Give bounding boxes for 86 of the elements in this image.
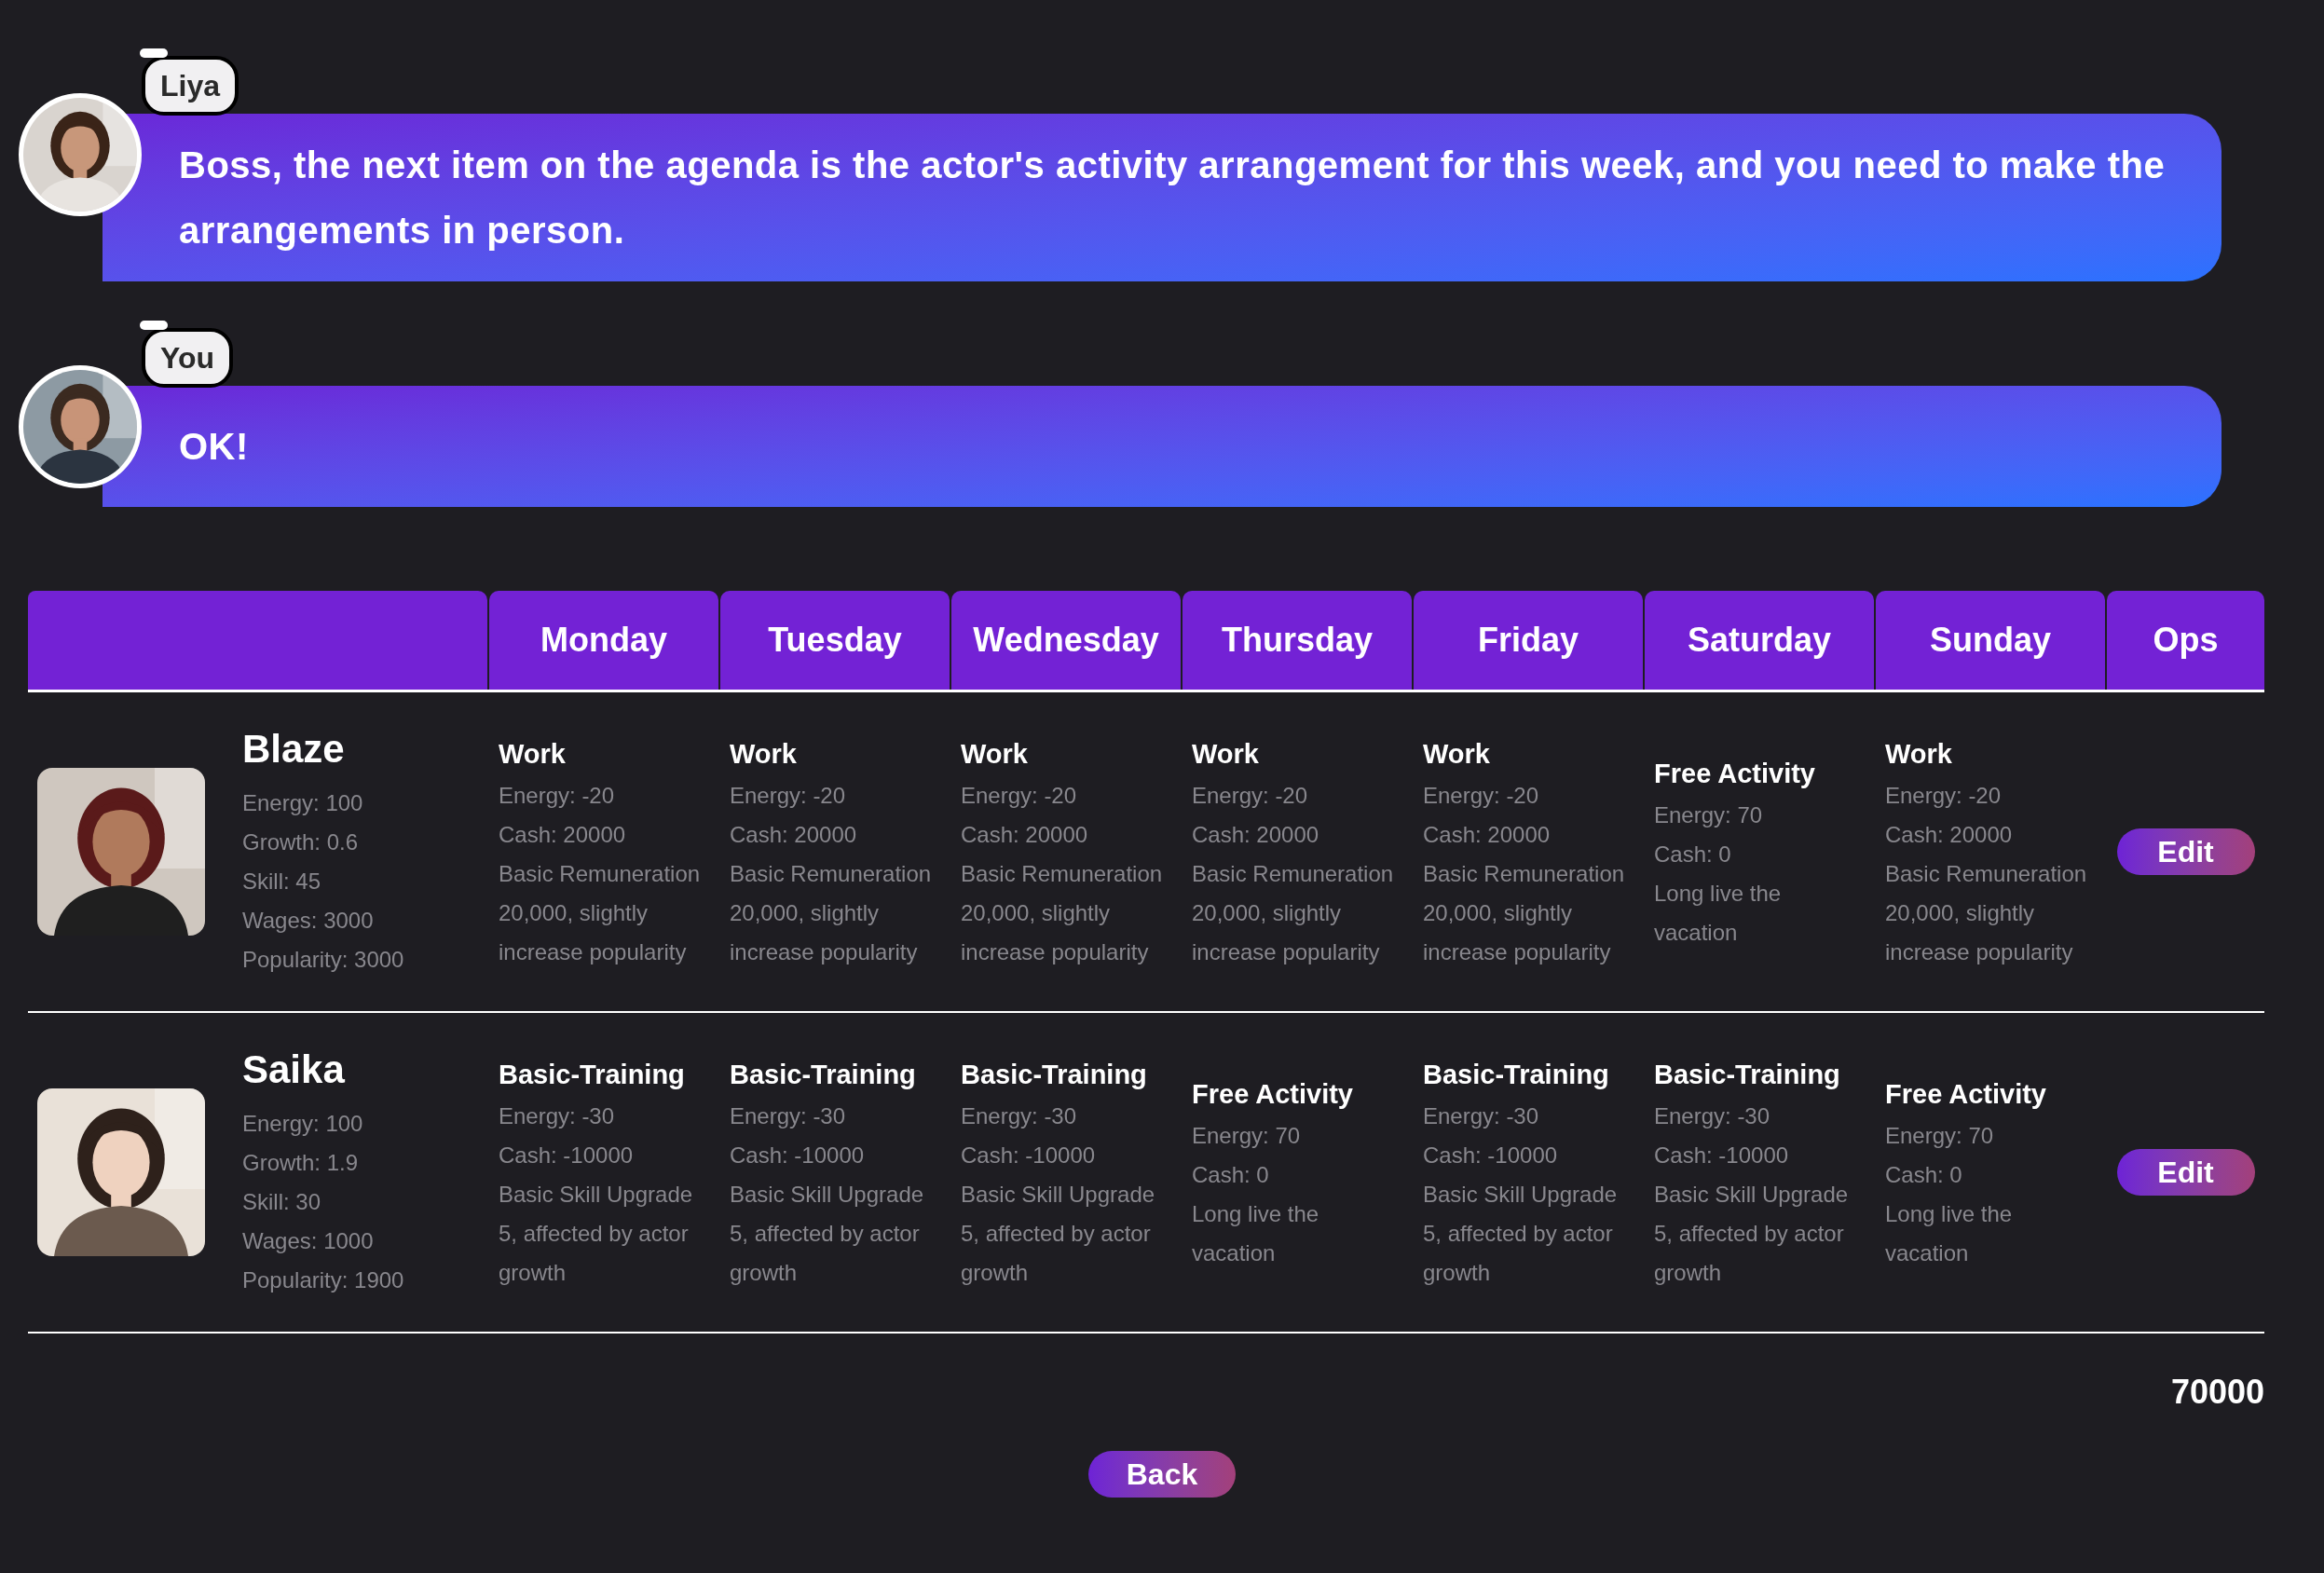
activity-detail: Basic Skill Upgrade 5, affected by actor growth (1654, 1181, 1850, 1287)
activity-detail: Cash: 20000 (730, 821, 858, 849)
actor-stat: Skill: 45 (242, 868, 322, 896)
message-text: OK! (179, 425, 249, 469)
activity-detail: Basic Remuneration 20,000, slightly increase popularity (961, 860, 1164, 966)
activity-detail: Energy: -20 (1423, 782, 1540, 810)
activity-detail: Basic Remuneration 20,000, slightly increase popularity (1423, 860, 1626, 966)
activity-detail: Energy: 70 (1885, 1122, 1995, 1150)
activity-detail: Energy: -30 (961, 1102, 1078, 1130)
activity-detail: Basic Skill Upgrade 5, affected by actor growth (1423, 1181, 1619, 1287)
activity-detail: Basic Skill Upgrade 5, affected by actor growth (961, 1181, 1156, 1287)
activity-title: Work (1192, 738, 1260, 771)
activity-detail: Cash: 20000 (961, 821, 1089, 849)
activity-detail: Cash: -10000 (1654, 1142, 1790, 1169)
column-header: Friday (1414, 591, 1643, 690)
tag-dash (140, 321, 168, 330)
edit-button[interactable]: Edit (2116, 828, 2255, 875)
activity-detail: Cash: -10000 (961, 1142, 1097, 1169)
activity-detail: Energy: 70 (1654, 801, 1764, 829)
activity-detail: Energy: -30 (499, 1102, 616, 1130)
activity-title: Basic-Training (1654, 1059, 1841, 1091)
speaker-name-tag: You (142, 328, 234, 388)
activity-detail: Cash: -10000 (499, 1142, 635, 1169)
activity-detail: Basic Skill Upgrade 5, affected by actor growth (499, 1181, 694, 1287)
activity-detail: Energy: -20 (1192, 782, 1309, 810)
column-header: Sunday (1876, 591, 2105, 690)
activity-detail: Energy: 70 (1192, 1122, 1302, 1150)
activity-detail: Cash: 20000 (1423, 821, 1552, 849)
activity-title: Basic-Training (499, 1059, 686, 1091)
column-header: Thursday (1183, 591, 1412, 690)
activity-title: Work (499, 738, 567, 771)
activity-title: Work (1423, 738, 1491, 771)
activity-detail: Basic Remuneration 20,000, slightly increase popularity (1885, 860, 2088, 966)
activity-title: Basic-Training (961, 1059, 1148, 1091)
actor-stat: Growth: 0.6 (242, 828, 360, 856)
activity-title: Basic-Training (1423, 1059, 1610, 1091)
speaker-name-tag: Liya (142, 56, 239, 116)
total-amount: 70000 (2170, 1372, 2264, 1413)
actor-stat: Growth: 1.9 (242, 1149, 360, 1177)
activity-title: Free Activity (1192, 1078, 1354, 1111)
activity-title: Work (961, 738, 1029, 771)
activity-detail: Energy: -20 (961, 782, 1078, 810)
activity-detail: Basic Remuneration 20,000, slightly increase popularity (730, 860, 933, 966)
column-header: Saturday (1645, 591, 1874, 690)
column-header: Monday (489, 591, 718, 690)
activity-title: Free Activity (1654, 758, 1816, 790)
activity-detail: Cash: -10000 (730, 1142, 866, 1169)
actor-stat: Energy: 100 (242, 789, 364, 817)
activity-title: Free Activity (1885, 1078, 2047, 1111)
activity-title: Basic-Training (730, 1059, 917, 1091)
activity-detail: Cash: -10000 (1423, 1142, 1559, 1169)
actor-stat: Skill: 30 (242, 1188, 322, 1216)
activity-detail: Cash: 20000 (499, 821, 627, 849)
actor-stat: Wages: 3000 (242, 907, 375, 935)
activity-detail: Energy: -20 (1885, 782, 2003, 810)
activity-detail: Energy: -20 (730, 782, 847, 810)
column-header: Tuesday (720, 591, 950, 690)
actor-stat: Energy: 100 (242, 1110, 364, 1138)
edit-button[interactable]: Edit (2116, 1149, 2255, 1196)
activity-detail: Cash: 0 (1192, 1161, 1270, 1189)
activity-detail: Long live the vacation (1654, 880, 1783, 947)
activity-title: Work (730, 738, 798, 771)
activity-detail: Energy: -30 (1423, 1102, 1540, 1130)
activity-detail: Cash: 0 (1885, 1161, 1963, 1189)
actor-name: Saika (242, 1046, 346, 1093)
activity-detail: Long live the vacation (1885, 1200, 2014, 1267)
actor-name: Blaze (242, 726, 346, 773)
column-header: Ops (2107, 591, 2264, 690)
activity-detail: Energy: -30 (1654, 1102, 1771, 1130)
message-text: Boss, the next item on the agenda is the actor's activity arrangement for this week, and you need to make the arrangements in person. (179, 144, 2167, 253)
tag-dash (140, 48, 168, 58)
activity-title: Work (1885, 738, 1953, 771)
activity-detail: Basic Remuneration 20,000, slightly increase popularity (499, 860, 702, 966)
activity-detail: Energy: -30 (730, 1102, 847, 1130)
actor-stat: Wages: 1000 (242, 1227, 375, 1255)
activity-detail: Cash: 20000 (1885, 821, 2014, 849)
activity-detail: Energy: -20 (499, 782, 616, 810)
activity-detail: Basic Remuneration 20,000, slightly increase popularity (1192, 860, 1395, 966)
actor-stat: Popularity: 1900 (242, 1266, 404, 1294)
back-button[interactable]: Back (1088, 1451, 1236, 1498)
column-header: Wednesday (951, 591, 1181, 690)
activity-detail: Cash: 0 (1654, 841, 1732, 869)
activity-detail: Cash: 20000 (1192, 821, 1320, 849)
actor-stat: Popularity: 3000 (242, 946, 404, 974)
activity-detail: Basic Skill Upgrade 5, affected by actor growth (730, 1181, 925, 1287)
activity-detail: Long live the vacation (1192, 1200, 1320, 1267)
